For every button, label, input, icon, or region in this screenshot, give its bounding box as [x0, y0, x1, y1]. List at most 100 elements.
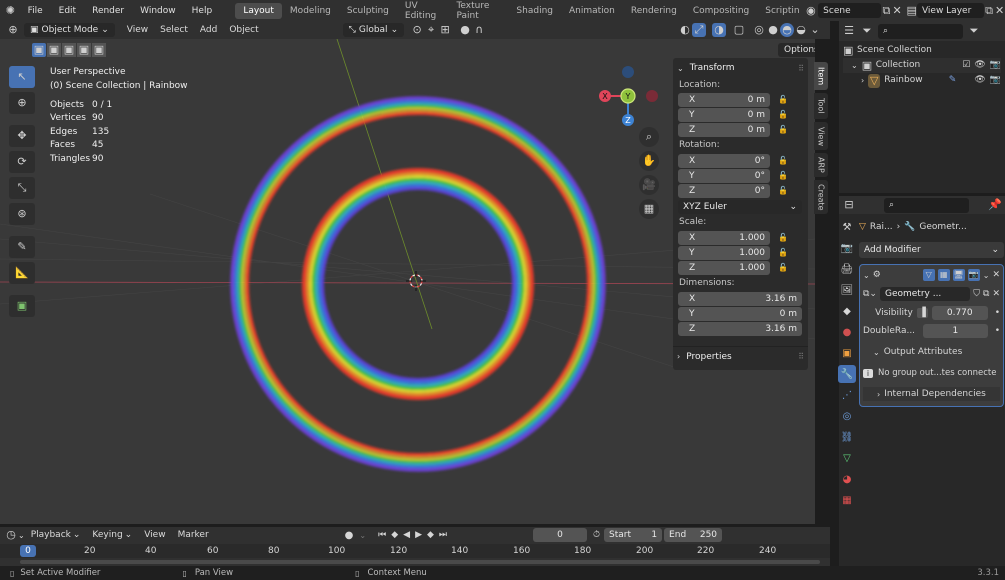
sidebar-tab-item[interactable]: Item: [814, 62, 828, 90]
record-icon[interactable]: ●: [345, 530, 354, 541]
particles-tab-icon[interactable]: ⋰: [838, 386, 856, 404]
checkbox-icon[interactable]: ☑: [962, 58, 970, 73]
rotate-tool[interactable]: ⟳: [9, 151, 35, 173]
menu-view[interactable]: View: [121, 25, 154, 35]
menu-help[interactable]: Help: [184, 6, 221, 16]
workspace-tab-layout[interactable]: Layout: [235, 2, 282, 19]
add-cube-tool[interactable]: ▣: [9, 295, 35, 317]
menu-file[interactable]: File: [20, 6, 51, 16]
transform-tool[interactable]: ⊛: [9, 203, 35, 225]
data-tab-icon[interactable]: ▽: [838, 449, 856, 467]
timeline-editor-icon[interactable]: ◷: [4, 528, 18, 542]
drag-handle-icon[interactable]: ⠿: [798, 352, 804, 361]
render-toggle-icon[interactable]: 📷: [967, 269, 980, 281]
modifier-wrench-icon[interactable]: ✎: [949, 73, 957, 88]
scale-tool[interactable]: ⤡: [9, 177, 35, 199]
dimension-y-field[interactable]: Y 0 m: [678, 307, 802, 321]
dimension-z-field[interactable]: Z 3.16 m: [678, 322, 802, 336]
outliner-editor-icon[interactable]: ☰: [842, 24, 856, 38]
workspace-tab-shading[interactable]: Shading: [508, 3, 561, 19]
select-box-tool[interactable]: ↖: [9, 66, 35, 88]
scene-selector[interactable]: Scene: [818, 3, 882, 18]
output-attributes-header[interactable]: ⌄ Output Attributes: [863, 345, 1000, 359]
menu-render[interactable]: Render: [84, 6, 132, 16]
visibility-field[interactable]: 0.770: [931, 306, 988, 320]
menu-edit[interactable]: Edit: [51, 6, 84, 16]
outliner-row-rainbow[interactable]: › ▽ Rainbow ✎ 👁 📷: [843, 73, 1001, 88]
internal-dependencies-header[interactable]: › Internal Dependencies: [863, 387, 1000, 401]
workspace-tab-rendering[interactable]: Rendering: [623, 3, 685, 19]
properties-search-input[interactable]: ⌕: [884, 197, 969, 213]
location-y-field[interactable]: Y 0 m: [678, 108, 770, 122]
timeline-menu-keying[interactable]: Keying ⌄: [86, 530, 138, 540]
scale-y-field[interactable]: Y 1.000: [678, 246, 770, 260]
falloff-icon[interactable]: ∩: [472, 23, 486, 37]
location-z-field[interactable]: Z 0 m: [678, 123, 770, 137]
lock-icon[interactable]: 🔓: [778, 125, 788, 135]
view-layer-selector[interactable]: View Layer: [916, 3, 984, 18]
scene-icon[interactable]: ◉: [806, 4, 817, 18]
rotation-y-field[interactable]: Y 0°: [678, 169, 770, 183]
chevron-down-icon[interactable]: ⌄: [983, 271, 990, 280]
outliner-search-input[interactable]: ⌕: [878, 23, 963, 39]
workspace-tab-texture-paint[interactable]: Texture Paint: [448, 0, 508, 24]
scale-z-field[interactable]: Z 1.000: [678, 261, 770, 275]
workspace-tab-uv-editing[interactable]: UV Editing: [397, 0, 449, 24]
close-view-layer-icon[interactable]: ✕: [994, 4, 1005, 18]
eye-icon[interactable]: 👁: [974, 73, 985, 88]
current-frame-field[interactable]: 0: [533, 528, 588, 542]
lock-icon[interactable]: 🔓: [778, 233, 788, 243]
move-tool[interactable]: ✥: [9, 125, 35, 147]
visibility-icon[interactable]: ◐: [678, 23, 692, 37]
perspective-grid-icon[interactable]: ▦: [639, 199, 659, 219]
navigation-gizmo[interactable]: X Z Y: [595, 65, 665, 135]
jump-end-icon[interactable]: ⏭: [439, 530, 447, 540]
menu-window[interactable]: Window: [132, 6, 184, 16]
node-tree-icon[interactable]: ⧉⌄: [863, 289, 877, 299]
workspace-tab-scripting[interactable]: Scriptin: [757, 3, 801, 19]
workspace-tab-animation[interactable]: Animation: [561, 3, 623, 19]
blender-logo-icon[interactable]: ✺: [5, 4, 16, 18]
attribute-toggle-icon[interactable]: ▐: [916, 308, 928, 318]
annotate-tool[interactable]: ✎: [9, 236, 35, 258]
properties-editor-icon[interactable]: ⊟: [842, 198, 856, 212]
pivot-icon[interactable]: ⊙: [410, 23, 424, 37]
material-shading-icon[interactable]: ◓: [780, 23, 794, 37]
unlink-icon[interactable]: ✕: [992, 289, 1000, 299]
wireframe-shading-icon[interactable]: ◎: [752, 23, 766, 37]
outliner-row-collection[interactable]: ⌄ ▣ Collection ☑ 👁 📷: [843, 58, 1001, 73]
play-reverse-icon[interactable]: ◀: [403, 530, 410, 540]
gizmo-toggle-icon[interactable]: ⤢: [692, 23, 706, 37]
proportional-edit-icon[interactable]: ●: [458, 23, 472, 37]
object-tab-icon[interactable]: ▣: [838, 344, 856, 362]
location-x-field[interactable]: X 0 m: [678, 93, 770, 107]
timeline-menu-playback[interactable]: Playback ⌄: [25, 530, 87, 540]
lock-icon[interactable]: 🔓: [778, 263, 788, 273]
drag-handle-icon[interactable]: ⠿: [798, 64, 804, 73]
scene-tab-icon[interactable]: ◆: [838, 302, 856, 320]
texture-tab-icon[interactable]: ▦: [838, 491, 856, 509]
timeline-menu-view[interactable]: View: [138, 530, 171, 540]
lock-icon[interactable]: 🔓: [778, 248, 788, 258]
lock-icon[interactable]: 🔓: [778, 110, 788, 120]
timeline-scrollbar[interactable]: [20, 560, 820, 564]
output-tab-icon[interactable]: 🖨: [838, 260, 856, 278]
rendered-shading-icon[interactable]: ◒: [794, 23, 808, 37]
play-icon[interactable]: ▶: [415, 530, 422, 540]
rotation-z-field[interactable]: Z 0°: [678, 184, 770, 198]
eye-icon[interactable]: 👁: [974, 58, 985, 73]
node-group-field[interactable]: Geometry ...: [879, 287, 971, 301]
overlay-toggle-icon[interactable]: ◑: [712, 23, 726, 37]
add-modifier-dropdown[interactable]: Add Modifier ⌄: [859, 242, 1004, 258]
modifier-tab-icon[interactable]: 🔧: [838, 365, 856, 383]
duplicate-icon[interactable]: ⧉: [983, 289, 989, 299]
menu-select[interactable]: Select: [154, 25, 194, 35]
keyframe-dot-icon[interactable]: •: [995, 326, 1000, 336]
menu-object[interactable]: Object: [223, 25, 264, 35]
close-icon[interactable]: ✕: [992, 270, 1000, 280]
pan-hand-icon[interactable]: ✋: [639, 151, 659, 171]
timeline-menu-marker[interactable]: Marker: [172, 530, 215, 540]
render-camera-icon[interactable]: 📷: [990, 73, 1001, 88]
snap-target-icon[interactable]: ⊞: [438, 23, 452, 37]
keyframe-dot-icon[interactable]: •: [995, 308, 1000, 318]
